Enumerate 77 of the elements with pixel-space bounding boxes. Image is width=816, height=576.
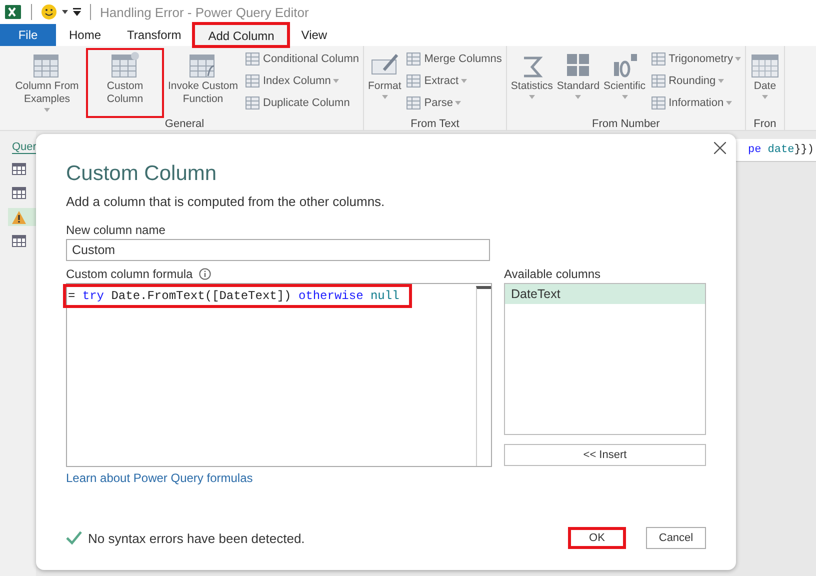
ok-button[interactable]: OK bbox=[568, 527, 626, 549]
grid-icon bbox=[406, 94, 422, 110]
ribbon-button[interactable]: Statistics bbox=[508, 48, 555, 118]
ribbon-tab[interactable]: Home bbox=[56, 24, 114, 46]
cancel-button[interactable]: Cancel bbox=[646, 527, 706, 549]
ribbon-tab[interactable]: Transform bbox=[114, 24, 194, 46]
caret-icon bbox=[455, 100, 462, 104]
customize-toolbar-icon[interactable] bbox=[73, 8, 81, 16]
group-label: Fron bbox=[754, 118, 776, 130]
caret-icon bbox=[575, 95, 582, 99]
ribbon-button[interactable]: Extract bbox=[404, 70, 504, 91]
ribbon-button[interactable]: Rounding bbox=[648, 70, 743, 91]
ribbon-button[interactable]: Invoke Custom Function bbox=[164, 48, 242, 118]
ribbon-button[interactable]: Standard bbox=[554, 48, 602, 118]
input-field[interactable]: Custom bbox=[66, 239, 490, 261]
ribbon-button[interactable]: Duplicate Column bbox=[243, 92, 361, 113]
ribbon-tab[interactable]: Add Column bbox=[194, 24, 288, 46]
group-label: From Number bbox=[592, 118, 660, 130]
caret-icon bbox=[460, 78, 466, 82]
table-icon bbox=[12, 187, 26, 199]
ribbon-button[interactable]: Scientific bbox=[602, 48, 648, 118]
caret-icon bbox=[762, 95, 768, 99]
query-item[interactable] bbox=[8, 208, 36, 226]
caret-icon bbox=[718, 78, 724, 82]
grid-icon bbox=[650, 72, 667, 88]
ribbon-button[interactable]: Column From Examples bbox=[8, 48, 86, 118]
smiley-icon[interactable] bbox=[41, 4, 57, 20]
ribbon-button[interactable]: Parse bbox=[404, 92, 504, 113]
grid-icon bbox=[245, 72, 261, 88]
field-label: Custom column formula bbox=[66, 267, 193, 281]
ribbon-button[interactable]: Conditional Column bbox=[243, 48, 361, 69]
info-icon[interactable] bbox=[198, 268, 211, 280]
grid-icon bbox=[650, 50, 667, 66]
ribbon-button[interactable]: Trigonometry bbox=[648, 48, 743, 69]
table-icon bbox=[12, 235, 26, 247]
group-label: From Text bbox=[410, 118, 460, 130]
table-icon bbox=[12, 163, 26, 175]
close-icon[interactable] bbox=[714, 142, 726, 154]
scrollbar[interactable] bbox=[476, 286, 491, 466]
caret-icon bbox=[44, 108, 50, 112]
ribbon-button[interactable]: Date bbox=[748, 48, 782, 118]
ribbon-tab[interactable]: View bbox=[288, 24, 340, 46]
spreadsheet-app-icon bbox=[4, 3, 22, 21]
caret-icon bbox=[528, 95, 535, 99]
grid-icon bbox=[245, 50, 261, 66]
field-label: Available columns bbox=[504, 267, 602, 281]
field-label: New column name bbox=[66, 223, 166, 237]
caret-icon bbox=[726, 100, 732, 104]
column-item[interactable]: DateText bbox=[505, 284, 705, 304]
table-icon bbox=[110, 50, 140, 80]
grid-icon bbox=[406, 72, 422, 88]
ribbon-button[interactable]: Format bbox=[366, 48, 404, 118]
caret-icon bbox=[382, 95, 388, 99]
formula-editor[interactable]: = try Date.FromText([DateText]) otherwise null bbox=[66, 283, 492, 467]
insert-button[interactable]: << Insert bbox=[504, 444, 706, 466]
help-link[interactable]: Learn about Power Query formulas bbox=[66, 471, 492, 485]
warning-icon bbox=[12, 210, 26, 224]
ribbon-button[interactable]: Index Column bbox=[243, 70, 361, 91]
dialog-description: Add a column that is computed from the other columns. bbox=[66, 194, 386, 209]
caret-icon bbox=[332, 78, 339, 82]
ribbon-button[interactable]: Information bbox=[648, 92, 743, 113]
grid-icon bbox=[406, 50, 422, 66]
dialog-title: Custom Column bbox=[66, 162, 218, 186]
caret-icon bbox=[622, 95, 628, 99]
caret-icon bbox=[734, 56, 741, 60]
formula-text: = try Date.FromText([DateText]) otherwise null bbox=[66, 287, 410, 305]
group-label: General bbox=[164, 118, 204, 130]
formula-bar-text: pe date}}) bbox=[748, 144, 814, 156]
caret-icon[interactable] bbox=[62, 10, 68, 14]
ribbon-button[interactable]: Custom Column bbox=[86, 48, 164, 118]
checkmark-icon bbox=[66, 531, 82, 545]
ribbon-button[interactable]: Merge Columns bbox=[404, 48, 504, 69]
file-tab[interactable]: File bbox=[0, 24, 56, 46]
grid-icon bbox=[245, 94, 261, 110]
status-message: No syntax errors have been detected. bbox=[88, 530, 305, 546]
grid-icon bbox=[650, 94, 667, 110]
window-title: Handling Error - Power Query Editor bbox=[100, 4, 309, 20]
